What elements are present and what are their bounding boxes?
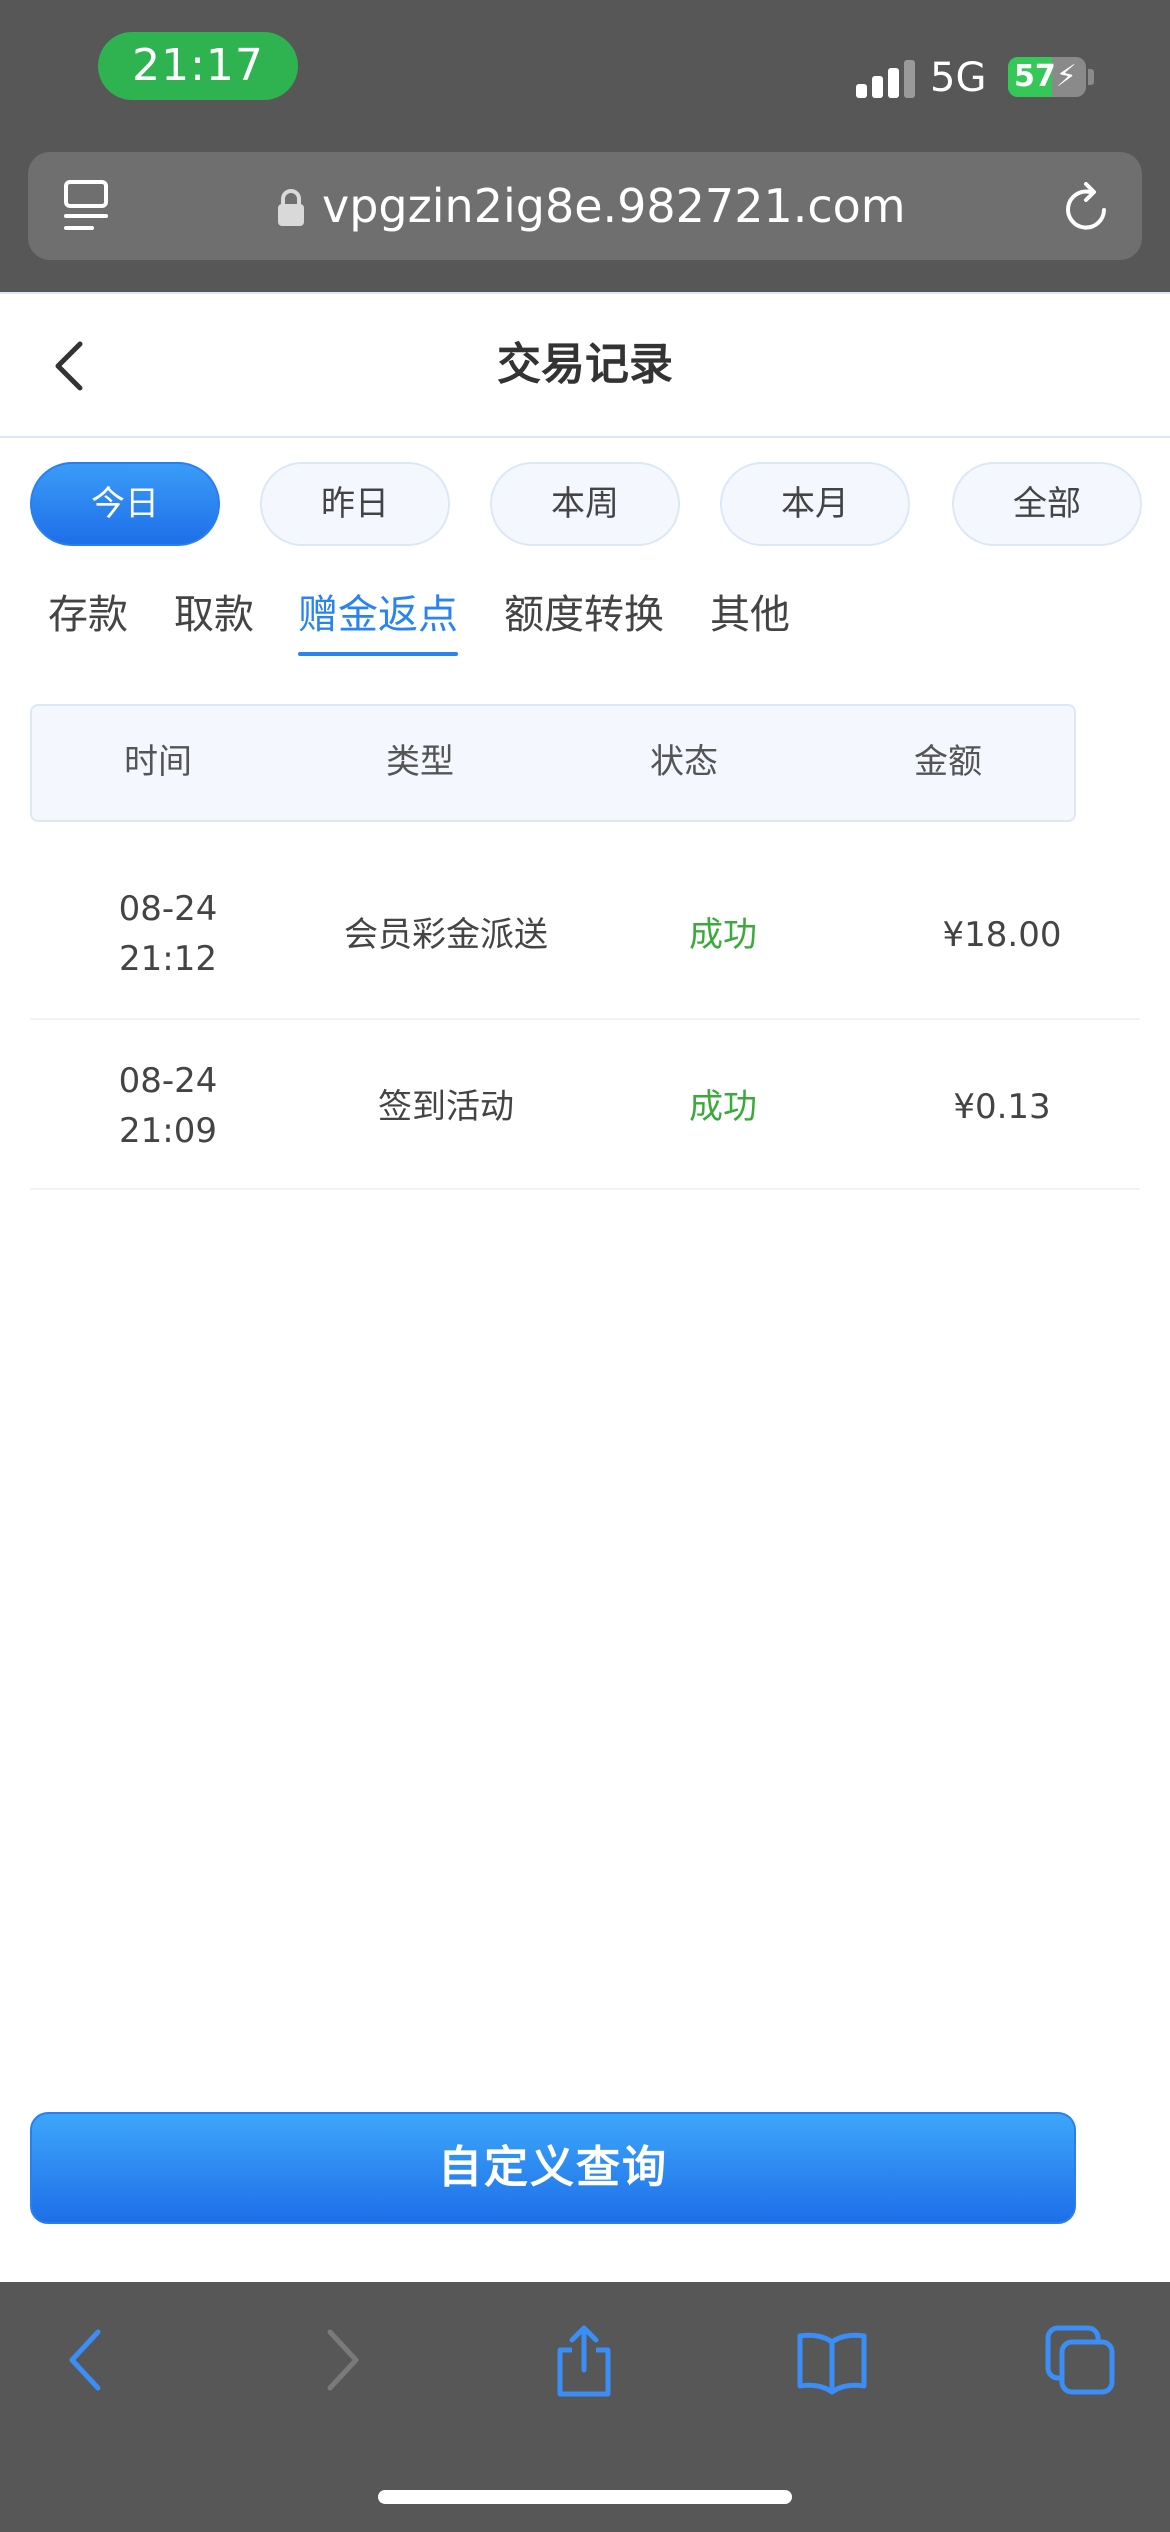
- row-type: 会员彩金派送: [344, 915, 548, 955]
- row-status: 成功: [689, 915, 757, 955]
- row-divider: [30, 1188, 1140, 1190]
- row-status: 成功: [689, 1087, 757, 1127]
- battery-icon: 57⚡: [1008, 57, 1086, 97]
- table-row-time: 08-24 21:09: [68, 1056, 268, 1156]
- period-all[interactable]: 全部: [952, 462, 1142, 546]
- tab-withdraw[interactable]: 取款: [174, 580, 254, 650]
- period-yesterday[interactable]: 昨日: [260, 462, 450, 546]
- column-header-amount: 金额: [914, 742, 982, 782]
- battery-level-text: 57: [1014, 59, 1056, 94]
- lock-icon: [278, 189, 304, 226]
- reload-icon[interactable]: [1060, 180, 1116, 236]
- tab-quota-transfer[interactable]: 额度转换: [504, 580, 664, 650]
- reader-icon[interactable]: [60, 178, 112, 234]
- row-time: 21:09: [119, 1111, 217, 1151]
- charging-bolt-icon: ⚡: [1055, 59, 1077, 94]
- row-amount: ¥18.00: [942, 915, 1062, 955]
- row-divider: [30, 1018, 1140, 1020]
- period-today[interactable]: 今日: [30, 462, 220, 546]
- url-text[interactable]: vpgzin2ig8e.982721.com: [322, 176, 906, 236]
- share-icon[interactable]: [546, 2322, 622, 2398]
- battery-level: 57⚡: [1008, 57, 1086, 97]
- period-this-month[interactable]: 本月: [720, 462, 910, 546]
- battery-cap: [1088, 69, 1094, 85]
- tab-deposit[interactable]: 存款: [48, 580, 128, 650]
- period-this-week[interactable]: 本周: [490, 462, 680, 546]
- table-row-time: 08-24 21:12: [68, 884, 268, 984]
- forward-arrow-icon: [327, 2329, 359, 2391]
- active-tab-indicator: [298, 652, 458, 656]
- bookmarks-icon[interactable]: [794, 2322, 870, 2398]
- column-header-status: 状态: [650, 742, 718, 782]
- custom-query-button[interactable]: 自定义查询: [30, 2112, 1076, 2224]
- status-time: 21:17: [98, 32, 298, 100]
- column-header-type: 类型: [386, 742, 454, 782]
- network-type: 5G: [930, 55, 987, 101]
- row-time: 21:12: [119, 939, 217, 979]
- tab-other[interactable]: 其他: [710, 580, 790, 650]
- tabs-icon[interactable]: [1042, 2322, 1118, 2398]
- page-title: 交易记录: [497, 339, 673, 390]
- column-header-time: 时间: [124, 742, 192, 782]
- row-type: 签到活动: [378, 1087, 514, 1127]
- row-date: 08-24: [118, 1061, 218, 1101]
- row-amount: ¥0.13: [953, 1087, 1051, 1127]
- home-indicator: [378, 2490, 792, 2504]
- back-arrow-icon[interactable]: [50, 2322, 126, 2398]
- tab-bonus-rebate[interactable]: 赠金返点: [298, 580, 458, 650]
- row-date: 08-24: [118, 889, 218, 929]
- cellular-signal-icon: [856, 58, 916, 98]
